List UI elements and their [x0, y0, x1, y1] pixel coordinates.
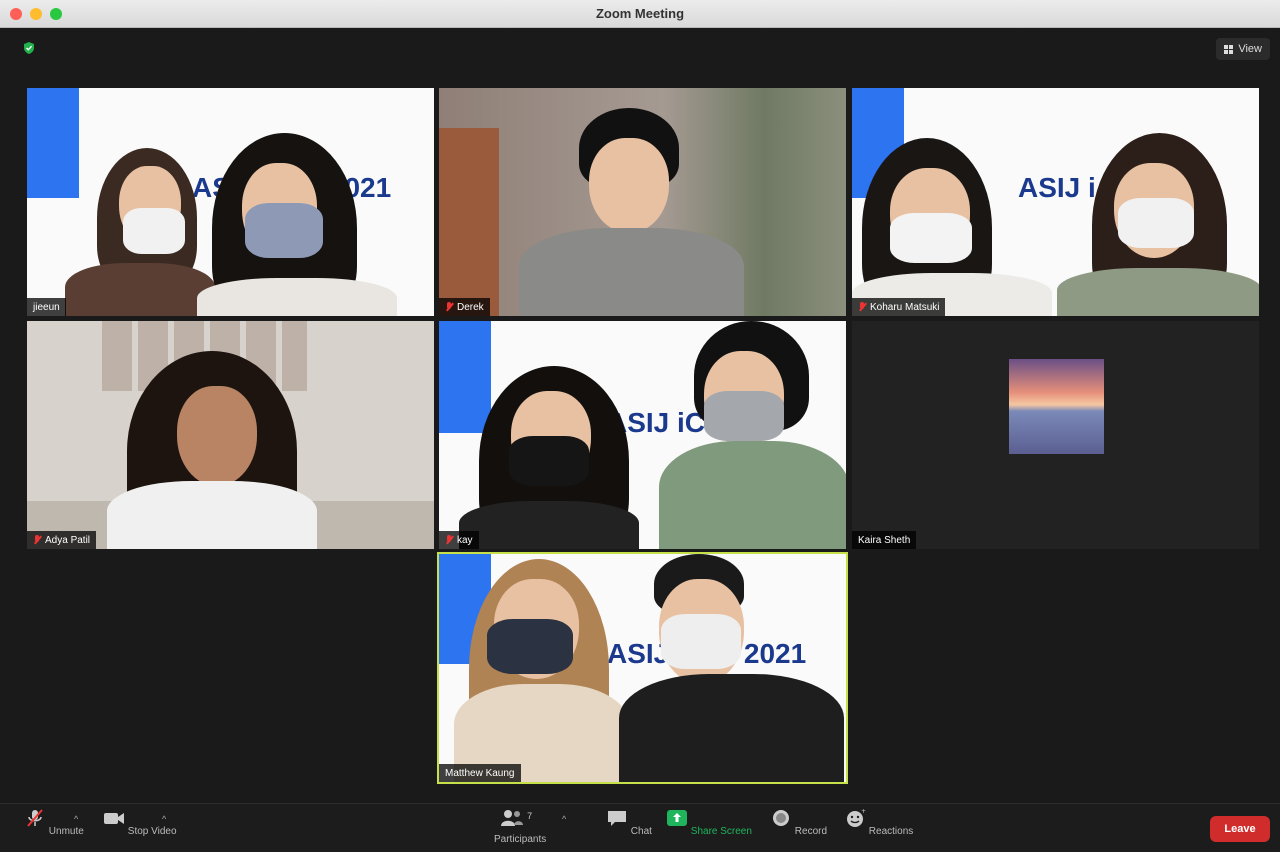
microphone-muted-icon [33, 535, 41, 545]
reactions-label: Reactions [868, 826, 914, 837]
video-tile-adya-patil[interactable]: Adya Patil [27, 321, 434, 549]
participant-name-tag: Derek [439, 298, 490, 316]
window-title: Zoom Meeting [595, 6, 685, 21]
participants-icon [501, 810, 524, 826]
meeting-toolbar: Unmute ^ Stop Video ^ 7 Participants ^ C… [0, 803, 1280, 852]
participant-name: Kaira Sheth [858, 534, 911, 546]
chat-button[interactable]: Chat [606, 808, 652, 837]
microphone-muted-icon [445, 302, 453, 312]
participants-button[interactable]: 7 Participants [494, 808, 546, 845]
microphone-muted-icon [445, 535, 453, 545]
unmute-label: Unmute [48, 826, 84, 837]
participants-label: Participants [494, 834, 547, 845]
room-furniture [439, 128, 499, 316]
chat-bubble-icon [608, 811, 626, 826]
microphone-muted-icon [858, 302, 866, 312]
video-tile-derek[interactable]: Derek [439, 88, 846, 316]
record-button[interactable]: Record [770, 808, 827, 837]
participant-name-tag: Kaira Sheth [852, 531, 917, 549]
participant-name: jieeun [33, 301, 60, 313]
participant-name-tag: kay [439, 531, 479, 549]
participant-name: Matthew Kaung [445, 767, 515, 779]
banner-blue-bar [27, 88, 79, 198]
participant-name-tag: Adya Patil [27, 531, 97, 549]
stop-video-label: Stop Video [127, 826, 177, 837]
leave-meeting-button[interactable]: Leave [1210, 816, 1270, 842]
participant-name: Adya Patil [45, 534, 91, 546]
participants-count: 7 [527, 811, 533, 821]
video-camera-icon [104, 813, 124, 824]
svg-text:+: + [861, 808, 866, 815]
record-label: Record [794, 826, 828, 837]
record-icon [773, 810, 789, 826]
grid-view-icon [1224, 44, 1234, 54]
share-screen-label: Share Screen [690, 826, 752, 837]
participant-name-tag: Matthew Kaung [439, 764, 521, 782]
reactions-button[interactable]: + Reactions [844, 808, 913, 837]
video-tile-jieeun[interactable]: ASIJ iC M 2021 jieeun [27, 88, 434, 316]
encryption-shield-icon[interactable] [22, 41, 36, 55]
window-titlebar: Zoom Meeting [0, 0, 1280, 28]
microphone-muted-icon [27, 809, 43, 827]
share-screen-button[interactable]: Share Screen [666, 808, 752, 837]
video-tile-kay[interactable]: ASIJ iC 021 kay [439, 321, 846, 549]
chat-label: Chat [630, 826, 652, 837]
view-button[interactable]: View [1216, 38, 1270, 60]
video-tile-koharu-matsuki[interactable]: ASIJ i 2021 Koharu Matsuki [852, 88, 1259, 316]
profile-picture [1009, 359, 1104, 454]
participant-name-tag: Koharu Matsuki [852, 298, 946, 316]
audio-options-caret-icon[interactable]: ^ [74, 814, 78, 824]
reactions-emoji-icon: + [847, 808, 866, 827]
banner-blue-bar [439, 321, 491, 433]
view-button-label: View [1238, 43, 1262, 55]
participant-name-tag: jieeun [27, 298, 66, 316]
participant-name: Derek [457, 301, 484, 313]
video-tile-matthew-kaung[interactable]: ASIJ iC M 2021 Matthew Kaung [437, 552, 848, 784]
participant-name: Koharu Matsuki [870, 301, 940, 313]
participant-name: kay [457, 534, 473, 546]
participants-options-caret-icon[interactable]: ^ [562, 814, 566, 824]
share-screen-icon [667, 810, 687, 826]
video-options-caret-icon[interactable]: ^ [162, 814, 166, 824]
